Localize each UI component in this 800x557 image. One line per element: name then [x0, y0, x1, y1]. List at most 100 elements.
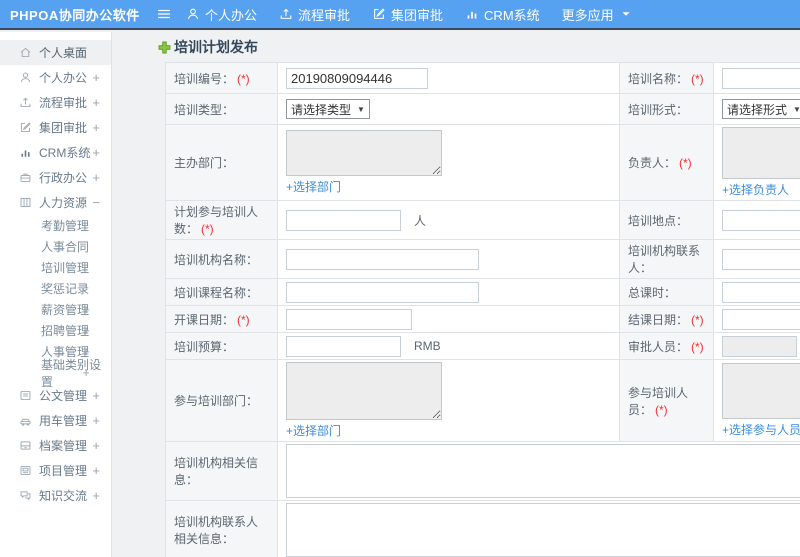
select-dept-link[interactable]: +选择部门: [286, 178, 341, 195]
required-mark: (*): [655, 402, 668, 417]
sidebar-item-label: 考勤管理: [41, 219, 90, 233]
leader-picker[interactable]: [722, 127, 800, 179]
select-leader-link[interactable]: +选择负责人: [722, 181, 789, 198]
sidebar-item-crm[interactable]: CRM系统 +: [0, 140, 111, 165]
training-no-input[interactable]: [286, 67, 428, 89]
expand-plus-icon[interactable]: +: [92, 96, 100, 109]
sidebar-item-document[interactable]: 公文管理 +: [0, 383, 111, 408]
sidebar-item-label: 奖惩记录: [41, 282, 90, 296]
table-row: 培训机构联系人相关信息：: [165, 500, 800, 557]
org-contact-input[interactable]: [722, 248, 800, 270]
field-label: 培训机构名称：: [174, 252, 259, 267]
select-participants-link[interactable]: +选择参与人员: [722, 421, 800, 438]
field-label: 培训形式：: [628, 102, 689, 117]
field-label: 培训预算：: [174, 339, 235, 354]
sidebar-item-flow[interactable]: 流程审批 +: [0, 90, 111, 115]
edit-icon: [19, 121, 32, 134]
home-icon: [19, 46, 32, 59]
field-label: 培训机构相关信息：: [174, 456, 259, 487]
sidebar-item-label: 人事合同: [41, 240, 90, 254]
required-mark: (*): [679, 156, 692, 170]
selected-option: 请选择类型: [291, 102, 352, 117]
expand-plus-icon[interactable]: +: [92, 146, 100, 159]
briefcase-icon: [19, 171, 32, 184]
flow-icon: [19, 96, 32, 109]
expand-plus-icon[interactable]: +: [92, 121, 100, 134]
training-form-select[interactable]: 请选择形式 ▼: [722, 99, 800, 119]
budget-input[interactable]: [286, 335, 401, 357]
hr-icon: [19, 196, 32, 209]
total-hours-input[interactable]: [722, 281, 800, 303]
menu-icon[interactable]: [156, 6, 172, 22]
training-type-select[interactable]: 请选择类型 ▼: [286, 99, 370, 119]
nav-item-group-approval[interactable]: 集团审批: [372, 5, 443, 24]
nav-item-flow-approval[interactable]: 流程审批: [279, 5, 350, 24]
participants-picker[interactable]: [722, 363, 800, 419]
sidebar-item-training[interactable]: 培训管理: [0, 257, 111, 278]
nav-item-crm-system[interactable]: CRM系统: [465, 5, 540, 24]
start-date-input[interactable]: [286, 308, 412, 330]
nav-item-personal-office[interactable]: 个人办公: [186, 5, 257, 24]
table-row: 培训类型： 请选择类型 ▼ 培训形式： 请选择形式 ▼: [165, 93, 800, 125]
sidebar-item-vehicle[interactable]: 用车管理 +: [0, 408, 111, 433]
table-row: 培训课程名称： 总课时：: [165, 278, 800, 306]
sidebar-item-personal[interactable]: 个人办公 +: [0, 65, 111, 90]
expand-plus-icon[interactable]: +: [92, 489, 100, 502]
expand-plus-icon[interactable]: +: [92, 171, 100, 184]
chart-icon: [19, 146, 32, 159]
sidebar-item-basic-cat[interactable]: 基础类别设置 +: [0, 358, 111, 389]
part-dept-picker[interactable]: [286, 362, 442, 420]
nav-item-label: 更多应用: [561, 7, 614, 23]
sidebar-item-admin[interactable]: 行政办公 +: [0, 165, 111, 190]
required-mark: (*): [691, 312, 704, 327]
caret-icon: [619, 7, 633, 21]
sidebar-item-salary[interactable]: 薪资管理 +: [0, 299, 111, 320]
car-icon: [19, 414, 32, 427]
expand-plus-icon[interactable]: +: [82, 324, 90, 337]
edit-icon: [372, 7, 386, 21]
plan-count-input[interactable]: [286, 209, 401, 231]
unit-suffix: 人: [414, 213, 427, 228]
approver-input[interactable]: [722, 335, 797, 357]
sidebar-item-label: 个人桌面: [39, 46, 88, 60]
training-plan-form: 培训编号：(*) 培训名称：(*) 培训类型： 请选择类型▼ 培训形式： 请选择…: [165, 62, 800, 557]
course-name-input[interactable]: [286, 281, 479, 303]
expand-plus-icon[interactable]: +: [92, 389, 100, 402]
sidebar-item-attendance[interactable]: 考勤管理: [0, 215, 111, 236]
location-input[interactable]: [722, 209, 800, 231]
nav-item-more-apps[interactable]: 更多应用: [562, 5, 633, 24]
expand-plus-icon[interactable]: +: [82, 303, 90, 316]
sidebar-item-desktop[interactable]: 个人桌面: [0, 40, 111, 65]
sidebar-item-group[interactable]: 集团审批 +: [0, 115, 111, 140]
sidebar-item-knowledge[interactable]: 知识交流 +: [0, 483, 111, 508]
chat-icon: [19, 489, 32, 502]
sidebar-item-hr[interactable]: 人力资源 −: [0, 190, 111, 215]
select-dept-link[interactable]: +选择部门: [286, 422, 341, 439]
org-info-textarea[interactable]: [286, 444, 800, 498]
expand-plus-icon[interactable]: +: [92, 439, 100, 452]
host-dept-picker[interactable]: [286, 130, 442, 176]
sidebar-item-recruit[interactable]: 招聘管理 +: [0, 320, 111, 341]
caret-down-icon: ▼: [357, 104, 365, 114]
end-date-input[interactable]: [722, 308, 800, 330]
archive-icon: [19, 439, 32, 452]
sidebar-item-archive[interactable]: 档案管理 +: [0, 433, 111, 458]
sidebar-item-contract[interactable]: 人事合同: [0, 236, 111, 257]
table-row: 培训机构相关信息：: [165, 441, 800, 501]
expand-plus-icon[interactable]: +: [92, 464, 100, 477]
org-name-input[interactable]: [286, 248, 479, 270]
collapse-minus-icon[interactable]: −: [92, 196, 100, 209]
expand-plus-icon[interactable]: +: [92, 71, 100, 84]
table-row: 培训机构名称： 培训机构联系人：: [165, 239, 800, 279]
sidebar-item-project[interactable]: 项目管理 +: [0, 458, 111, 483]
field-label: 培训机构联系人：: [628, 244, 701, 275]
expand-plus-icon[interactable]: +: [82, 366, 90, 379]
sidebar-item-label: 个人办公: [39, 71, 88, 85]
field-label: 培训编号：: [174, 71, 235, 86]
training-name-input[interactable]: [722, 67, 800, 89]
field-label: 培训名称：: [628, 71, 689, 86]
sidebar-item-rewards[interactable]: 奖惩记录: [0, 278, 111, 299]
page-title: 培训计划发布: [174, 39, 258, 55]
expand-plus-icon[interactable]: +: [92, 414, 100, 427]
org-contact-info-textarea[interactable]: [286, 503, 800, 557]
